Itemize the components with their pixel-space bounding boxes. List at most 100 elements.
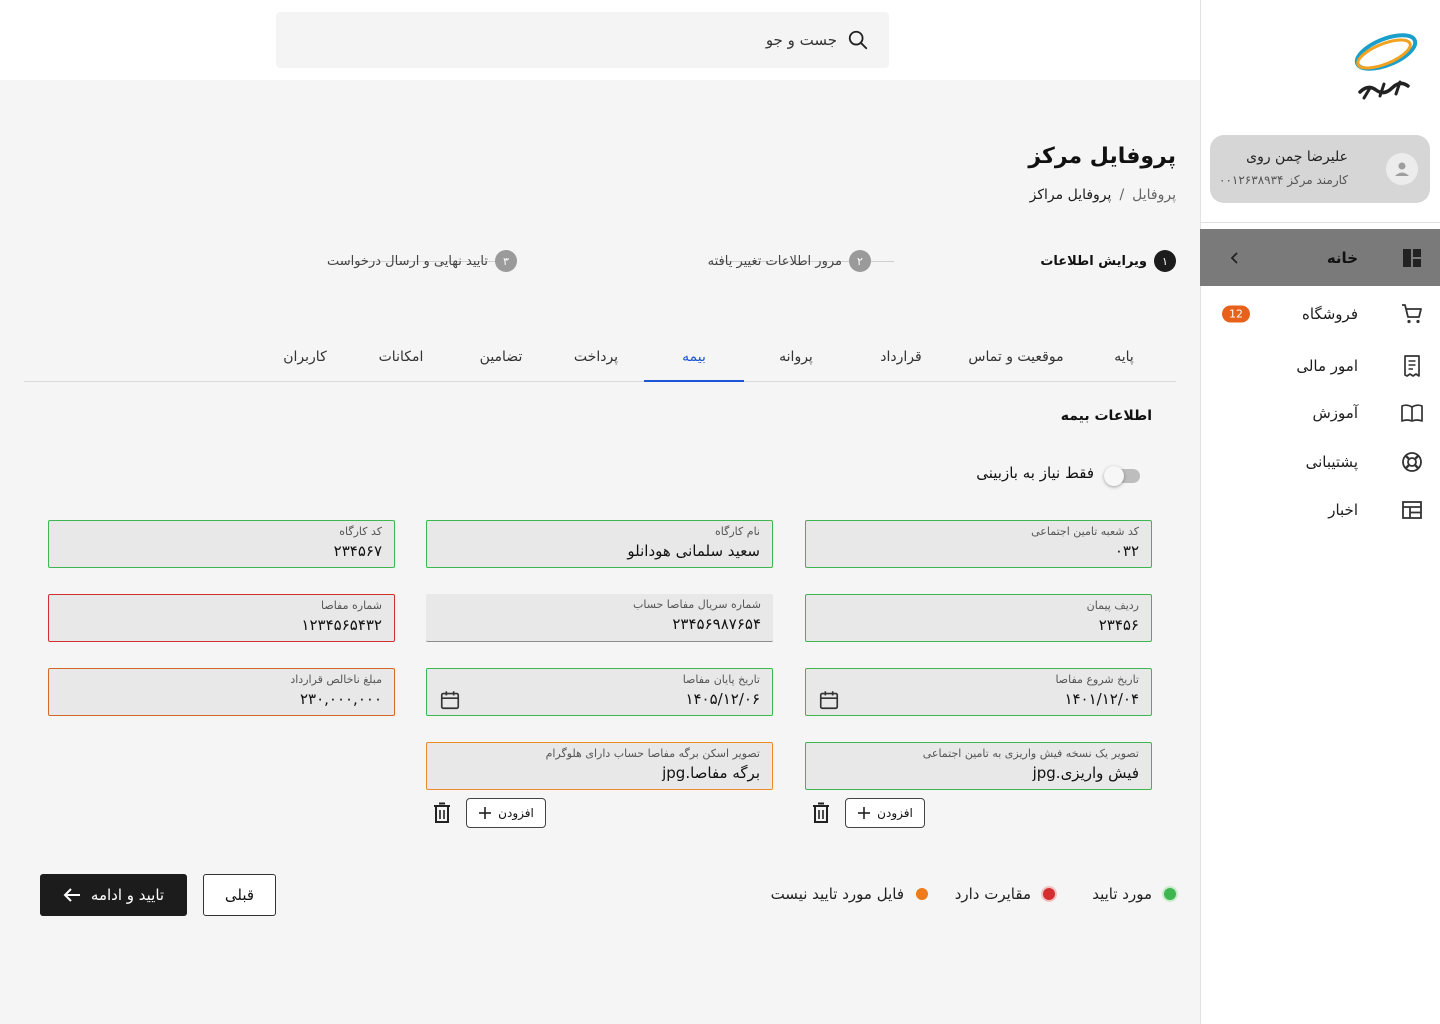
sidebar: علیرضا چمن روی کارمند مرکز ۰۰۱۲۶۳۸۹۳۴ خا… xyxy=(1200,0,1440,1024)
field-label: تصویر اسکن برگه مفاصا حساب دارای هلوگرام xyxy=(545,747,760,760)
user-role: کارمند مرکز ۰۰۱۲۶۳۸۹۳۴ xyxy=(1219,173,1348,187)
legend-label: مورد تایید xyxy=(1092,885,1152,903)
add-clearance-button[interactable]: افزودن xyxy=(466,798,546,828)
calendar-icon[interactable] xyxy=(818,689,840,711)
field-value: ۱۲۳۴۵۶۵۴۳۲ xyxy=(301,616,382,634)
arrow-left-icon xyxy=(63,888,80,902)
tab-guarantees[interactable]: تضامین xyxy=(461,338,541,382)
field-value: ۲۳۰,۰۰۰,۰۰۰ xyxy=(299,690,382,708)
tab-base[interactable]: پایه xyxy=(1099,338,1149,382)
serial-number-field[interactable]: شماره سریال مفاصا حساب ۲۳۴۵۶۹۸۷۶۵۴ xyxy=(426,594,773,642)
step-number: ۳ xyxy=(495,250,517,272)
legend-file-rejected: فایل مورد تایید نیست xyxy=(771,885,928,903)
start-date-field[interactable]: تاریخ شروع مفاصا ۱۴۰۱/۱۲/۰۴ xyxy=(805,668,1152,716)
search-icon[interactable] xyxy=(847,29,869,51)
top-bar xyxy=(0,0,1200,80)
field-label: شماره مفاصا xyxy=(321,599,382,612)
sidebar-item-label: اخبار xyxy=(1328,501,1358,519)
field-value: ۱۴۰۵/۱۲/۰۶ xyxy=(685,690,760,708)
previous-button[interactable]: قبلی xyxy=(203,874,276,916)
sidebar-item-news[interactable]: اخبار xyxy=(1200,486,1440,534)
breadcrumb: پروفایل / پروفایل مراکز xyxy=(1030,187,1176,203)
legend-dot xyxy=(1043,888,1055,900)
step-number: ۱ xyxy=(1154,250,1176,272)
clearance-number-field[interactable]: شماره مفاصا ۱۲۳۴۵۶۵۴۳۲ xyxy=(48,594,395,642)
sidebar-divider xyxy=(1201,222,1440,223)
delete-receipt-icon[interactable] xyxy=(811,802,831,824)
add-receipt-button[interactable]: افزودن xyxy=(845,798,925,828)
field-value: ۲۳۴۵۶۹۸۷۶۵۴ xyxy=(672,615,761,633)
field-label: نام کارگاه xyxy=(715,525,760,538)
field-label: تاریخ شروع مفاصا xyxy=(1055,673,1139,686)
user-card[interactable]: علیرضا چمن روی کارمند مرکز ۰۰۱۲۶۳۸۹۳۴ xyxy=(1210,135,1430,203)
notification-badge: 12 xyxy=(1222,305,1250,323)
clearance-image-field[interactable]: تصویر اسکن برگه مفاصا حساب دارای هلوگرام… xyxy=(426,742,773,790)
legend-dot xyxy=(916,888,928,900)
sidebar-item-label: امور مالی xyxy=(1296,357,1358,375)
legend-label: مقایرت دارد xyxy=(954,885,1031,903)
search-input[interactable] xyxy=(337,28,837,52)
legend-dot xyxy=(1164,888,1176,900)
step-review-changes: ۲ مرور اطلاعات تغییر یافته xyxy=(708,250,871,272)
profile-tabs: پایه موقعیت و تماس قرارداد پروانه بیمه پ… xyxy=(24,338,1176,382)
confirm-continue-button[interactable]: تایید و ادامه xyxy=(40,874,187,916)
field-value: ۲۳۴۵۶ xyxy=(1098,616,1139,634)
sidebar-item-label: پشتیبانی xyxy=(1305,453,1358,471)
plus-icon xyxy=(479,807,492,819)
cart-icon xyxy=(1402,304,1422,324)
toggle-knob xyxy=(1104,466,1124,486)
field-value: ۱۴۰۱/۱۲/۰۴ xyxy=(1064,690,1139,708)
plus-icon xyxy=(858,807,871,819)
review-only-toggle[interactable] xyxy=(1104,466,1140,486)
field-value: ۲۳۴۵۶۷ xyxy=(333,542,382,560)
tab-users[interactable]: کاربران xyxy=(270,338,340,382)
sidebar-item-label: فروشگاه xyxy=(1302,305,1358,323)
chevron-left-icon xyxy=(1230,251,1238,264)
breadcrumb-item-profile[interactable]: پروفایل xyxy=(1132,187,1176,203)
step-label: مرور اطلاعات تغییر یافته xyxy=(707,253,842,269)
receipt-image-field[interactable]: تصویر یک نسخه فیش واریزی به تامین اجتماع… xyxy=(805,742,1152,790)
contract-row-field[interactable]: ردیف پیمان ۲۳۴۵۶ xyxy=(805,594,1152,642)
sidebar-item-home[interactable]: خانه xyxy=(1200,229,1440,286)
field-value: برگه مفاصا.jpg xyxy=(662,764,760,782)
book-icon xyxy=(1401,404,1423,422)
tab-location-contact[interactable]: موقعیت و تماس xyxy=(956,338,1076,382)
sidebar-item-label: خانه xyxy=(1326,248,1358,267)
end-date-field[interactable]: تاریخ پایان مفاصا ۱۴۰۵/۱۲/۰۶ xyxy=(426,668,773,716)
field-label: شماره سریال مفاصا حساب xyxy=(632,598,761,611)
tab-insurance[interactable]: بیمه xyxy=(644,338,744,382)
sidebar-item-training[interactable]: آموزش xyxy=(1200,389,1440,437)
main-content: پروفایل مرکز پروفایل / پروفایل مراکز ۱ ویر… xyxy=(0,80,1200,1024)
field-label: تصویر یک نسخه فیش واریزی به تامین اجتماع… xyxy=(922,747,1139,760)
step-label: تایید نهایی و ارسال درخواست xyxy=(326,253,488,269)
section-title: اطلاعات بیمه xyxy=(1060,408,1152,424)
workshop-code-field[interactable]: کد کارگاه ۲۳۴۵۶۷ xyxy=(48,520,395,568)
legend-mismatch: مقایرت دارد xyxy=(955,885,1055,903)
tab-contract[interactable]: قرارداد xyxy=(866,338,936,382)
field-value: ۰۳۲ xyxy=(1114,542,1139,560)
review-only-label: فقط نیاز به بازبینی xyxy=(976,464,1094,482)
dashboard-icon xyxy=(1403,248,1421,267)
sidebar-item-shop[interactable]: فروشگاه 12 xyxy=(1200,290,1440,338)
field-value: سعید سلمانی هودانلو xyxy=(627,542,760,560)
user-icon xyxy=(1395,162,1409,176)
gross-amount-field[interactable]: مبلغ ناخالص قرارداد ۲۳۰,۰۰۰,۰۰۰ xyxy=(48,668,395,716)
delete-clearance-icon[interactable] xyxy=(432,802,452,824)
field-value: فیش واریزی.jpg xyxy=(1032,764,1139,782)
tab-payment[interactable]: پرداخت xyxy=(556,338,636,382)
add-label: افزودن xyxy=(877,806,913,820)
workshop-name-field[interactable]: نام کارگاه سعید سلمانی هودانلو xyxy=(426,520,773,568)
sidebar-item-finance[interactable]: امور مالی xyxy=(1200,342,1440,390)
calendar-icon[interactable] xyxy=(439,689,461,711)
sidebar-item-support[interactable]: پشتیبانی xyxy=(1200,438,1440,486)
receipt-icon xyxy=(1404,355,1420,377)
breadcrumb-item-current: پروفایل مراکز xyxy=(1029,187,1112,203)
tab-license[interactable]: پروانه xyxy=(756,338,836,382)
tab-facilities[interactable]: امکانات xyxy=(366,338,436,382)
search-box[interactable] xyxy=(276,12,889,68)
news-icon xyxy=(1402,501,1422,519)
branch-code-field[interactable]: کد شعبه تامین اجتماعی ۰۳۲ xyxy=(805,520,1152,568)
field-label: کد کارگاه xyxy=(339,525,382,538)
breadcrumb-separator: / xyxy=(1119,187,1125,203)
brand-logo xyxy=(1354,33,1418,100)
